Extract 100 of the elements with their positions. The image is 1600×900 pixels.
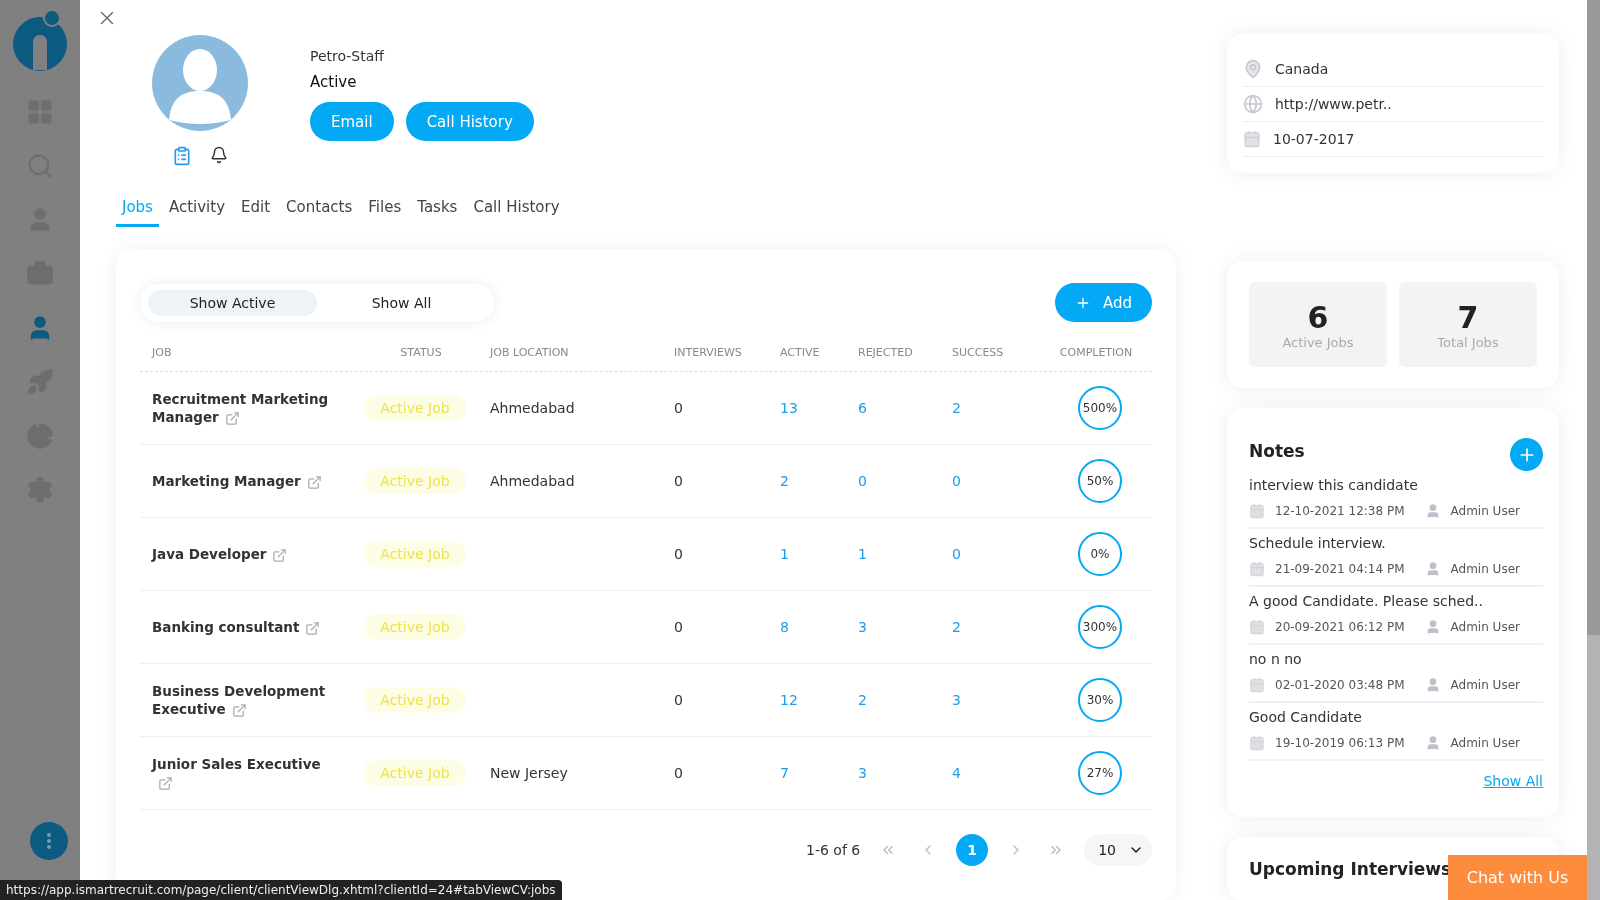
job-title: Junior Sales Executive	[140, 755, 332, 791]
table-cell-text: 0	[951, 546, 962, 562]
note-author: Admin User	[1450, 562, 1520, 576]
tab[interactable]: Contacts	[280, 194, 359, 227]
table-cell-text: New Jersey	[489, 765, 569, 781]
table-cell-text: 3	[951, 692, 962, 708]
completion-ring: 500%	[1078, 386, 1122, 430]
note-date: 21-09-2021 04:14 PM	[1275, 562, 1405, 576]
globe-icon	[1243, 94, 1263, 114]
completion-ring: 50%	[1078, 459, 1122, 503]
logo-icon	[12, 8, 68, 72]
status-url: https://app.ismartrecruit.com/page/client/clientViewDlg.xhtml?clientId=24#tabViewCV:jobs	[0, 880, 562, 900]
job-title: Marketing Manager	[140, 472, 332, 490]
table-cell-text: 3	[857, 619, 868, 635]
completion-ring: 30%	[1078, 678, 1122, 722]
table-cell-text: 1	[857, 546, 868, 562]
filter-option[interactable]: Show Active	[148, 289, 317, 316]
table-cell-text: 8	[779, 619, 790, 635]
table-cell-text: 4	[951, 765, 962, 781]
column-header: COMPLETION	[1058, 346, 1134, 359]
detail-text: http://www.petr..	[1275, 96, 1392, 112]
job-title: Business Development Executive	[151, 682, 327, 718]
calendar-icon	[1249, 677, 1265, 693]
table-cell-text: 0	[673, 619, 684, 635]
tab[interactable]: Files	[362, 194, 408, 227]
note-author: Admin User	[1450, 678, 1520, 692]
note-date: 20-09-2021 06:12 PM	[1275, 620, 1405, 634]
table-cell-text: 0	[673, 473, 684, 489]
bell-icon[interactable]	[210, 146, 228, 164]
job-title: Recruitment Marketing Manager	[151, 390, 330, 426]
table-cell-text: Ahmedabad	[489, 400, 576, 416]
table-cell-text: 2	[951, 619, 962, 635]
job-title: Java Developer	[140, 545, 332, 563]
detail-text: 10-07-2017	[1273, 131, 1355, 147]
column-header: JOB LOCATION	[488, 346, 570, 359]
page-range: 1-6 of 6	[806, 842, 861, 858]
status-badge: Active Job	[364, 541, 466, 567]
calendar-icon	[1249, 735, 1265, 751]
column-header: REJECTED	[857, 346, 914, 359]
column-header: JOB	[150, 346, 173, 359]
table-cell-text: 1	[779, 546, 790, 562]
map-pin-icon	[1243, 59, 1263, 79]
table-cell-text: 0	[951, 473, 962, 489]
tab[interactable]: Tasks	[411, 194, 464, 227]
note-text: A good Candidate. Please sched..	[1249, 593, 1484, 609]
status-badge: Active Job	[364, 395, 466, 421]
more-button[interactable]	[30, 822, 68, 860]
table-cell-text: 0	[673, 692, 684, 708]
stat-value: 6	[1307, 299, 1329, 335]
completion-ring: 0%	[1078, 532, 1122, 576]
completion-ring: 27%	[1078, 751, 1122, 795]
table-cell-text: 2	[951, 400, 962, 416]
status-badge: Active Job	[364, 468, 466, 494]
column-header: INTERVIEWS	[673, 346, 743, 359]
table-cell-text: 7	[779, 765, 790, 781]
tab[interactable]: Edit	[235, 194, 277, 227]
completion-ring: 300%	[1078, 605, 1122, 649]
table-cell-text: 0	[673, 546, 684, 562]
note-text: Schedule interview.	[1249, 535, 1387, 551]
tab[interactable]: Activity	[162, 194, 232, 227]
note-date: 12-10-2021 12:38 PM	[1275, 504, 1405, 518]
note-date: 19-10-2019 06:13 PM	[1275, 736, 1405, 750]
column-header: ACTIVE	[779, 346, 821, 359]
note-text: interview this candidate	[1249, 477, 1419, 493]
table-cell-text: 12	[779, 692, 799, 708]
calendar-icon	[1249, 503, 1265, 519]
note-author: Admin User	[1450, 504, 1520, 518]
note-text: Good Candidate	[1249, 709, 1363, 725]
stat-label: Total Jobs	[1437, 334, 1499, 350]
notepad-icon[interactable]	[172, 146, 192, 166]
scrollbar-thumb[interactable]	[1587, 0, 1600, 635]
page-size-select[interactable]: 10	[1084, 834, 1152, 866]
calendar-icon	[1249, 619, 1265, 635]
table-cell-text: 0	[673, 400, 684, 416]
table-cell-text: 2	[857, 692, 868, 708]
tab[interactable]: Call History	[467, 194, 566, 227]
table-cell-text: Ahmedabad	[489, 473, 576, 489]
client-name: Petro-Staff	[310, 48, 386, 64]
status-badge: Active Job	[364, 760, 466, 786]
stat-value: 7	[1457, 299, 1479, 335]
detail-text: Canada	[1275, 61, 1329, 77]
column-header: SUCCESS	[951, 346, 1005, 359]
column-header: STATUS	[399, 346, 443, 359]
calendar-icon	[1249, 561, 1265, 577]
table-cell-text: 3	[857, 765, 868, 781]
status-badge: Active Job	[364, 687, 466, 713]
table-cell-text: 0	[673, 765, 684, 781]
note-author: Admin User	[1450, 620, 1520, 634]
table-cell-text: 13	[779, 400, 799, 416]
table-cell-text: 2	[779, 473, 790, 489]
note-date: 02-01-2020 03:48 PM	[1275, 678, 1405, 692]
note-text: no n no	[1249, 651, 1303, 667]
table-cell-text: 0	[857, 473, 868, 489]
add-note-button[interactable]	[1510, 438, 1543, 471]
more-icon	[47, 833, 51, 849]
filter-option[interactable]: Show All	[317, 289, 486, 316]
calendar-icon	[1243, 130, 1261, 148]
status-badge: Active Job	[364, 614, 466, 640]
note-author: Admin User	[1450, 736, 1520, 750]
stat-label: Active Jobs	[1282, 334, 1354, 350]
